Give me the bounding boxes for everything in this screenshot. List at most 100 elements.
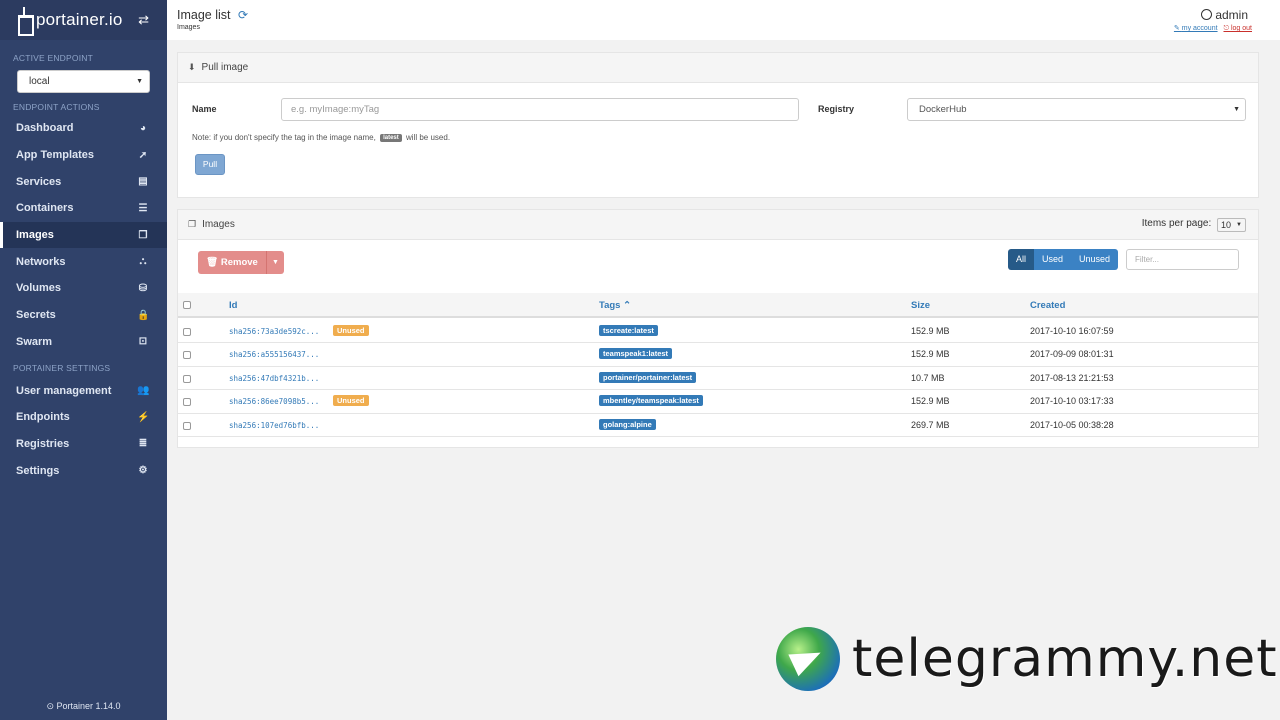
filter-used-button[interactable]: Used <box>1034 249 1072 270</box>
filter-unused-button[interactable]: Unused <box>1071 249 1119 270</box>
items-per-page-value: 10 <box>1221 220 1232 230</box>
filter-input[interactable]: Filter... <box>1126 249 1239 270</box>
table-row[interactable]: sha256:73a3de592c... Unused tscreate:lates… <box>178 320 1258 344</box>
image-id-link[interactable]: sha256:47dbf4321b... <box>229 374 319 383</box>
sidebar-item-dashboard[interactable]: Dashboard ◕ <box>0 115 167 142</box>
items-per-page: Items per page: 10 ▼ <box>1142 218 1246 232</box>
database-icon: ≣ <box>138 438 148 450</box>
column-tags[interactable]: Tags ⌃ <box>599 300 631 311</box>
endpoint-select[interactable]: local ▼ <box>17 70 150 93</box>
row-checkbox[interactable] <box>183 374 191 383</box>
toggle-sidebar-icon[interactable]: ⇄ <box>138 12 149 28</box>
brand-bar: portainer.io ⇄ <box>0 0 167 40</box>
image-id-link[interactable]: sha256:107ed76bfb... <box>229 421 319 430</box>
plug-icon: ⚡ <box>137 411 150 423</box>
column-id[interactable]: Id <box>229 300 237 311</box>
sidebar-item-app-templates[interactable]: App Templates ➚ <box>0 142 167 169</box>
sidebar-item-settings[interactable]: Settings ⚙ <box>0 457 167 484</box>
column-created[interactable]: Created <box>1030 300 1065 311</box>
brand-name[interactable]: portainer.io <box>36 10 123 30</box>
clone-icon: ❐ <box>138 229 148 241</box>
filter-all-button[interactable]: All <box>1008 249 1035 270</box>
dashboard-icon: ◕ <box>139 122 147 134</box>
registry-select[interactable]: DockerHub ▼ <box>907 98 1246 121</box>
table-header: Id Tags ⌃ Size Created <box>178 293 1258 318</box>
sidebar-item-volumes[interactable]: Volumes ⛁ <box>0 275 167 302</box>
user-name: admin <box>1215 8 1248 22</box>
sidebar-item-user-management[interactable]: User management 👥 <box>0 377 167 404</box>
sidebar-item-images[interactable]: Images ❐ <box>0 221 167 249</box>
chevron-down-icon: ▼ <box>1233 106 1240 113</box>
image-created: 2017-10-05 00:38:28 <box>1030 419 1114 430</box>
row-checkbox[interactable] <box>183 328 191 336</box>
sidebar-item-containers[interactable]: Containers ☰ <box>0 195 167 222</box>
remove-button[interactable]: 🗑 Remove <box>198 251 266 274</box>
table-row[interactable]: sha256:107ed76bfb... golang:alpine 269.7 M… <box>178 414 1258 437</box>
download-icon: ⬇ <box>188 62 196 72</box>
image-id-link[interactable]: sha256:86ee7098b5... <box>229 397 319 406</box>
log-out-link[interactable]: ⎋ log out <box>1223 25 1252 32</box>
endpoint-actions-heading: ENDPOINT ACTIONS <box>13 102 100 112</box>
sidebar-item-services[interactable]: Services ▤ <box>0 168 167 195</box>
table-row[interactable]: sha256:a555156437... teamspeak1:latest 152… <box>178 343 1258 367</box>
image-id-link[interactable]: sha256:73a3de592c... <box>229 327 319 336</box>
github-icon[interactable]: ⊙ <box>46 701 54 711</box>
sidebar-item-label: User management <box>16 384 112 397</box>
image-tag-badge: mbentley/teamspeak:latest <box>599 395 703 407</box>
sidebar-item-label: Dashboard <box>16 122 74 135</box>
row-checkbox[interactable] <box>183 398 191 407</box>
tag-note: Note: if you don't specify the tag in th… <box>192 133 450 142</box>
page-title: Image list <box>177 8 231 22</box>
portainer-logo-icon[interactable] <box>16 7 34 36</box>
sidebar-item-secrets[interactable]: Secrets 🔒 <box>0 302 167 329</box>
images-header: ❐ Images <box>178 210 1258 240</box>
name-label: Name <box>192 104 217 114</box>
sidebar-item-label: Endpoints <box>16 411 70 424</box>
cogs-icon: ⚙ <box>138 465 148 477</box>
cubes-icon: ⛁ <box>138 282 148 294</box>
items-per-page-label: Items per page: <box>1141 218 1212 229</box>
remove-button-group: 🗑 Remove ▼ <box>198 251 284 274</box>
active-endpoint-heading: ACTIVE ENDPOINT <box>13 53 93 63</box>
clone-icon: ❐ <box>188 219 197 229</box>
user-links: ✎ my account ⎋ log out <box>1174 24 1252 33</box>
my-account-link[interactable]: ✎ my account <box>1174 25 1218 32</box>
sidebar-item-label: Secrets <box>16 309 56 322</box>
refresh-icon[interactable]: ⟳ <box>238 8 248 22</box>
user-secret-icon: 🔒 <box>137 309 150 321</box>
users-icon: 👥 <box>137 385 150 397</box>
usage-filter-group: All Used Unused <box>1008 249 1119 270</box>
image-size: 152.9 MB <box>911 396 950 407</box>
sidebar-item-label: Containers <box>16 202 74 215</box>
image-created: 2017-10-10 03:17:33 <box>1030 396 1114 407</box>
row-checkbox[interactable] <box>183 351 191 360</box>
pull-image-header: ⬇ Pull image <box>178 53 1258 83</box>
image-name-input[interactable]: e.g. myImage:myTag <box>281 98 799 121</box>
sidebar-item-label: Services <box>16 175 62 188</box>
items-per-page-select[interactable]: 10 ▼ <box>1217 218 1246 232</box>
registry-select-value: DockerHub <box>919 104 967 115</box>
column-tags-label: Tags <box>599 300 621 311</box>
row-checkbox[interactable] <box>183 421 191 430</box>
sidebar-item-networks[interactable]: Networks ⛬ <box>0 248 167 275</box>
select-all-checkbox[interactable] <box>183 301 191 309</box>
trash-icon: 🗑 <box>206 257 219 268</box>
chevron-down-icon: ▼ <box>136 78 143 85</box>
image-size: 152.9 MB <box>911 326 950 336</box>
sidebar-item-label: Volumes <box>16 282 62 295</box>
image-size: 10.7 MB <box>911 372 945 383</box>
remove-dropdown-toggle[interactable]: ▼ <box>266 251 284 274</box>
sidebar-item-registries[interactable]: Registries ≣ <box>0 431 167 458</box>
sidebar-item-swarm[interactable]: Swarm ⊡ <box>0 329 167 356</box>
sidebar-item-label: App Templates <box>16 149 95 162</box>
image-id-link[interactable]: sha256:a555156437... <box>229 350 319 359</box>
table-row[interactable]: sha256:86ee7098b5... Unused mbentley/teams… <box>178 390 1258 414</box>
sidebar-item-endpoints[interactable]: Endpoints ⚡ <box>0 404 167 431</box>
sidebar-item-label: Registries <box>16 437 70 450</box>
pull-button[interactable]: Pull <box>195 154 225 175</box>
user-display: admin <box>1201 8 1248 22</box>
unused-badge: Unused <box>333 325 369 336</box>
table-row[interactable]: sha256:47dbf4321b... portainer/portainer:… <box>178 367 1258 391</box>
sidebar: portainer.io ⇄ ACTIVE ENDPOINT local ▼ E… <box>0 0 167 720</box>
column-size[interactable]: Size <box>911 300 930 311</box>
